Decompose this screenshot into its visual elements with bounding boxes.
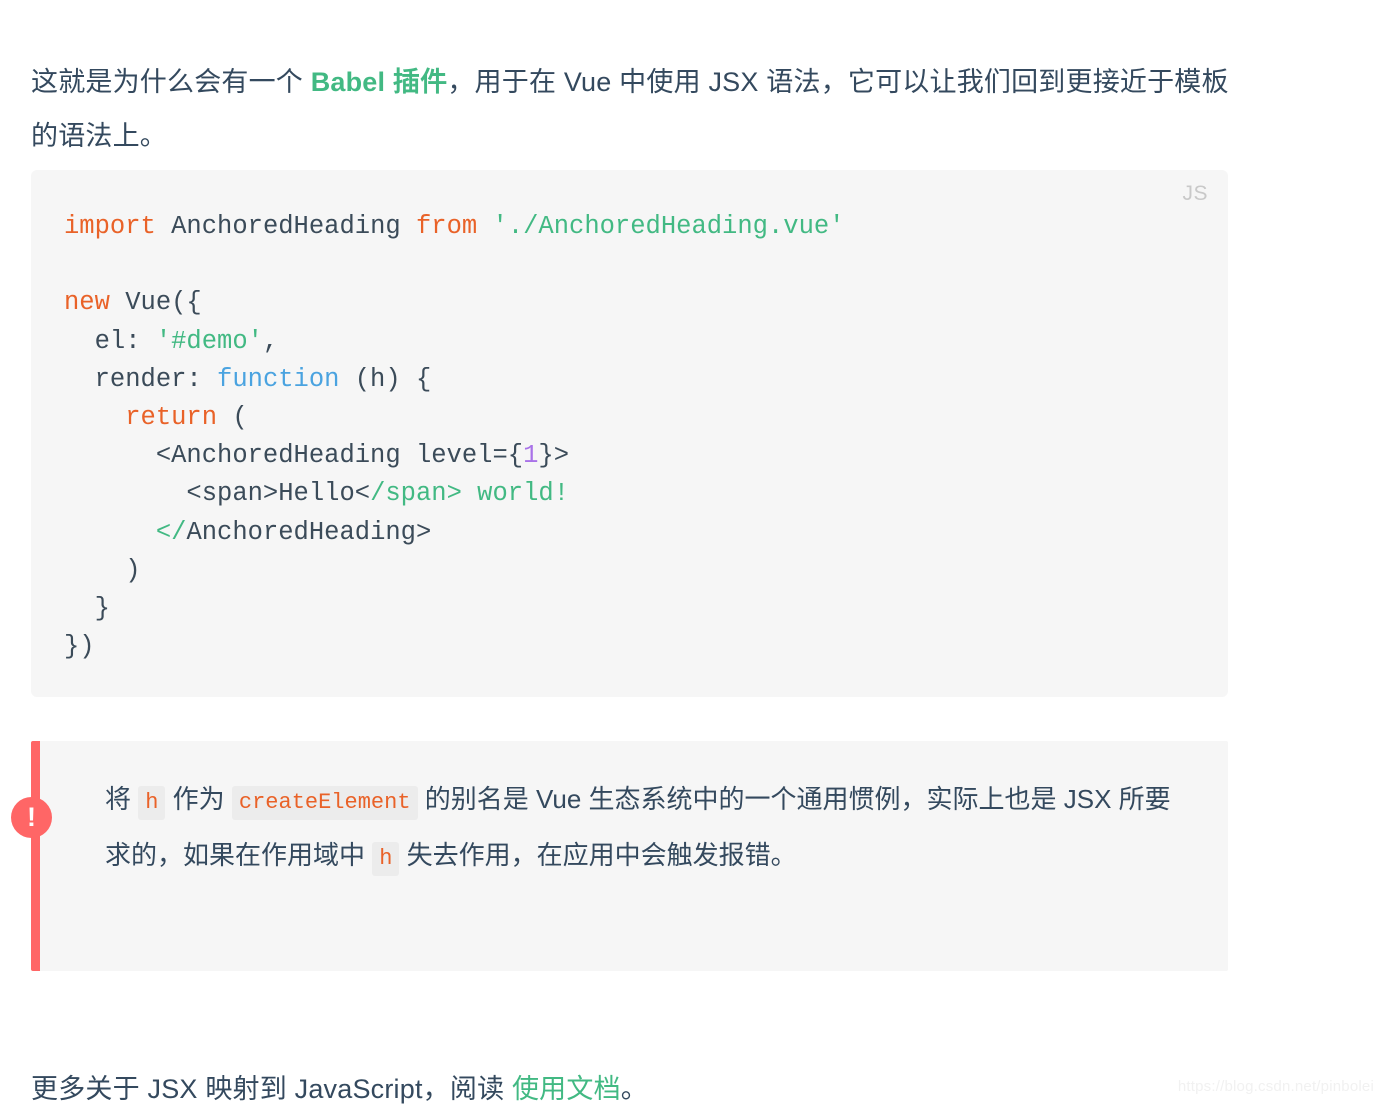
code-token: return <box>125 403 217 432</box>
callout-text-part-2: 作为 <box>165 784 231 814</box>
warning-callout-text: 将 h 作为 createElement 的别名是 Vue 生态系统中的一个通用… <box>105 773 1195 885</box>
intro-paragraph: 这就是为什么会有一个 Babel 插件，用于在 Vue 中使用 JSX 语法，它… <box>31 55 1231 163</box>
callout-text-part-1: 将 <box>105 784 138 814</box>
inline-code-createelement: createElement <box>232 786 418 820</box>
code-token: } <box>64 594 110 623</box>
outro-paragraph: 更多关于 JSX 映射到 JavaScript，阅读 使用文档。 <box>31 1062 1231 1116</box>
code-token: el: <box>64 327 156 356</box>
code-token: , <box>263 327 278 356</box>
inline-code-h-second: h <box>372 842 399 876</box>
code-token: ) <box>64 556 141 585</box>
code-token: (h) { <box>339 365 431 394</box>
code-token: 1 <box>523 441 538 470</box>
code-token: </ <box>156 518 187 547</box>
code-lines: import AnchoredHeading from './AnchoredH… <box>64 212 844 661</box>
docs-link[interactable]: 使用文档 <box>512 1074 621 1104</box>
code-token: ( <box>217 403 248 432</box>
code-token <box>477 212 492 241</box>
code-token: '#demo' <box>156 327 263 356</box>
code-language-badge: JS <box>1182 182 1208 206</box>
code-token: AnchoredHeading <box>156 212 416 241</box>
code-token: from <box>416 212 477 241</box>
code-token <box>64 518 156 547</box>
code-token: './AnchoredHeading.vue' <box>493 212 845 241</box>
code-token: AnchoredHeading> <box>186 518 431 547</box>
code-token: }) <box>64 632 95 661</box>
code-block: JS import AnchoredHeading from './Anchor… <box>31 170 1228 697</box>
watermark: https://blog.csdn.net/pinbolei <box>1178 1078 1374 1095</box>
document-page: 这就是为什么会有一个 Babel 插件，用于在 Vue 中使用 JSX 语法，它… <box>0 0 1380 1103</box>
callout-text-part-4: 失去作用，在应用中会触发报错。 <box>399 840 796 870</box>
outro-text-part-2: 。 <box>621 1074 648 1104</box>
inline-code-h-first: h <box>138 786 165 820</box>
code-token: /span> world! <box>370 479 569 508</box>
code-token: Vue({ <box>110 288 202 317</box>
code-token: new <box>64 288 110 317</box>
code-token <box>64 403 125 432</box>
code-token: import <box>64 212 156 241</box>
code-token: }> <box>538 441 569 470</box>
code-content[interactable]: import AnchoredHeading from './AnchoredH… <box>64 208 844 666</box>
babel-plugin-link[interactable]: Babel 插件 <box>311 67 448 97</box>
outro-text-part-1: 更多关于 JSX 映射到 JavaScript，阅读 <box>31 1074 512 1104</box>
code-token: <span>Hello< <box>64 479 370 508</box>
intro-text-part-1: 这就是为什么会有一个 <box>31 67 311 97</box>
code-token: function <box>217 365 339 394</box>
warning-callout: ! 将 h 作为 createElement 的别名是 Vue 生态系统中的一个… <box>31 741 1228 971</box>
warning-icon: ! <box>11 797 52 838</box>
code-token: render: <box>64 365 217 394</box>
code-token: <AnchoredHeading level={ <box>64 441 523 470</box>
